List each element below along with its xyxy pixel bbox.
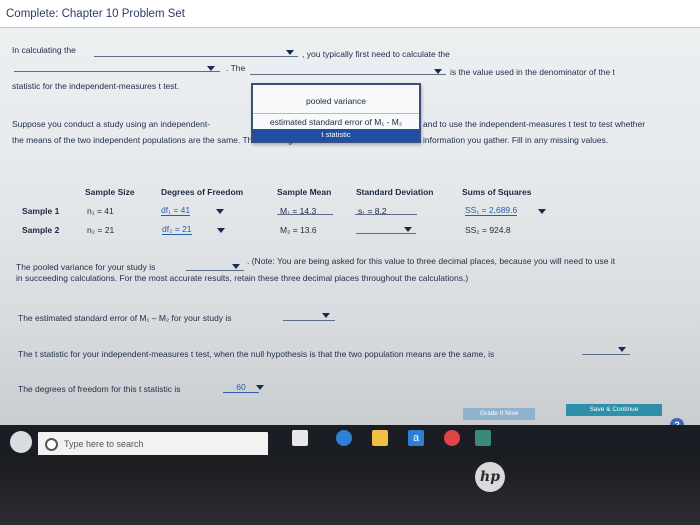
chevron-down-icon[interactable] (286, 50, 294, 55)
scenario-line1-post: and to use the independent-measures t te… (423, 119, 646, 129)
col-header-degrees-of-freedom: Degrees of Freedom (161, 187, 244, 197)
edge-icon[interactable] (336, 430, 352, 446)
col-header-sample-mean: Sample Mean (277, 187, 332, 197)
q1-line1-post: , you typically first need to calculate … (302, 49, 450, 59)
taskbar-search-placeholder: Type here to search (64, 439, 144, 449)
pooled-text-post: . (Note: You are being asked for this va… (247, 256, 616, 266)
col-header-sums-of-squares: Sums of Squares (462, 187, 532, 197)
cell-m2: M₂ = 13.6 (280, 225, 317, 235)
q1-blank-1[interactable] (94, 45, 298, 57)
chevron-down-icon[interactable] (538, 209, 546, 214)
window-title: Complete: Chapter 10 Problem Set (6, 8, 185, 20)
chevron-down-icon[interactable] (217, 228, 225, 233)
dropdown-option-t-statistic[interactable]: t statistic (253, 129, 419, 141)
tstat-text: The t statistic for your independent-mea… (18, 349, 495, 359)
dof-text: The degrees of freedom for this t statis… (18, 384, 181, 394)
col-header-sample-size: Sample Size (85, 187, 135, 197)
cell-ss2: SS₂ = 924.8 (465, 225, 511, 235)
q1-blank-3[interactable] (250, 63, 446, 75)
pooled-text-pre: The pooled variance for your study is (16, 262, 156, 272)
start-icon[interactable] (10, 431, 32, 453)
amazon-icon[interactable]: a (408, 430, 424, 446)
cell-m1-underline (277, 203, 333, 215)
q1-line2-post: is the value used in the denominator of … (450, 67, 615, 77)
dropdown-dof[interactable]: 60 (223, 382, 259, 393)
q1-blank-2[interactable] (14, 60, 220, 72)
chevron-down-icon[interactable] (322, 313, 330, 318)
scenario-line2-post: information you gather. Fill in any miss… (423, 135, 609, 145)
laptop-bezel (0, 455, 700, 525)
row-label-sample-2: Sample 2 (22, 225, 60, 235)
q1-line2-mid: . The (226, 63, 246, 73)
dropdown-df2[interactable]: df₂ = 21 (162, 224, 192, 235)
chevron-down-icon[interactable] (434, 69, 442, 74)
screen: Complete: Chapter 10 Problem Set In calc… (0, 0, 700, 425)
cell-n2: n₂ = 21 (87, 225, 115, 235)
col-header-standard-deviation: Standard Deviation (356, 187, 434, 197)
save-and-continue-button[interactable]: Save & Continue (566, 404, 662, 416)
chevron-down-icon[interactable] (216, 209, 224, 214)
grade-it-now-button[interactable]: Grade It Now (463, 408, 535, 420)
cell-s1-underline (355, 203, 417, 215)
title-bar: Complete: Chapter 10 Problem Set (0, 0, 700, 28)
dropdown-option-standard-error[interactable]: estimated standard error of M₁ - M₂ (253, 113, 419, 129)
dropdown-option-pooled-variance[interactable]: pooled variance (253, 93, 419, 109)
scenario-line1-pre: Suppose you conduct a study using an ind… (12, 119, 211, 129)
chevron-down-icon[interactable] (404, 227, 412, 232)
chevron-down-icon[interactable] (618, 347, 626, 352)
task-view-icon[interactable] (292, 430, 308, 446)
row-label-sample-1: Sample 1 (22, 206, 60, 216)
chevron-down-icon[interactable] (256, 385, 264, 390)
app-icon[interactable] (475, 430, 491, 446)
chevron-down-icon[interactable] (232, 264, 240, 269)
q1-line3: statistic for the independent-measures t… (12, 81, 180, 91)
q1-line1-pre: In calculating the (12, 45, 76, 55)
dropdown-df1[interactable]: df₁ = 41 (161, 205, 191, 216)
cortana-icon[interactable] (45, 438, 58, 451)
cell-n1: n₁ = 41 (87, 206, 114, 216)
dropdown-ss1[interactable]: SS₁ = 2,689.6 (465, 205, 518, 216)
file-explorer-icon[interactable] (372, 430, 388, 446)
hp-logo: hp (475, 462, 505, 492)
chrome-icon[interactable] (444, 430, 460, 446)
pooled-text-line2: in succeeding calculations. For the most… (16, 273, 469, 283)
chevron-down-icon[interactable] (207, 66, 215, 71)
dropdown-menu: pooled variance estimated standard error… (251, 83, 421, 143)
se-text: The estimated standard error of M₁ – M₂ … (18, 313, 232, 323)
